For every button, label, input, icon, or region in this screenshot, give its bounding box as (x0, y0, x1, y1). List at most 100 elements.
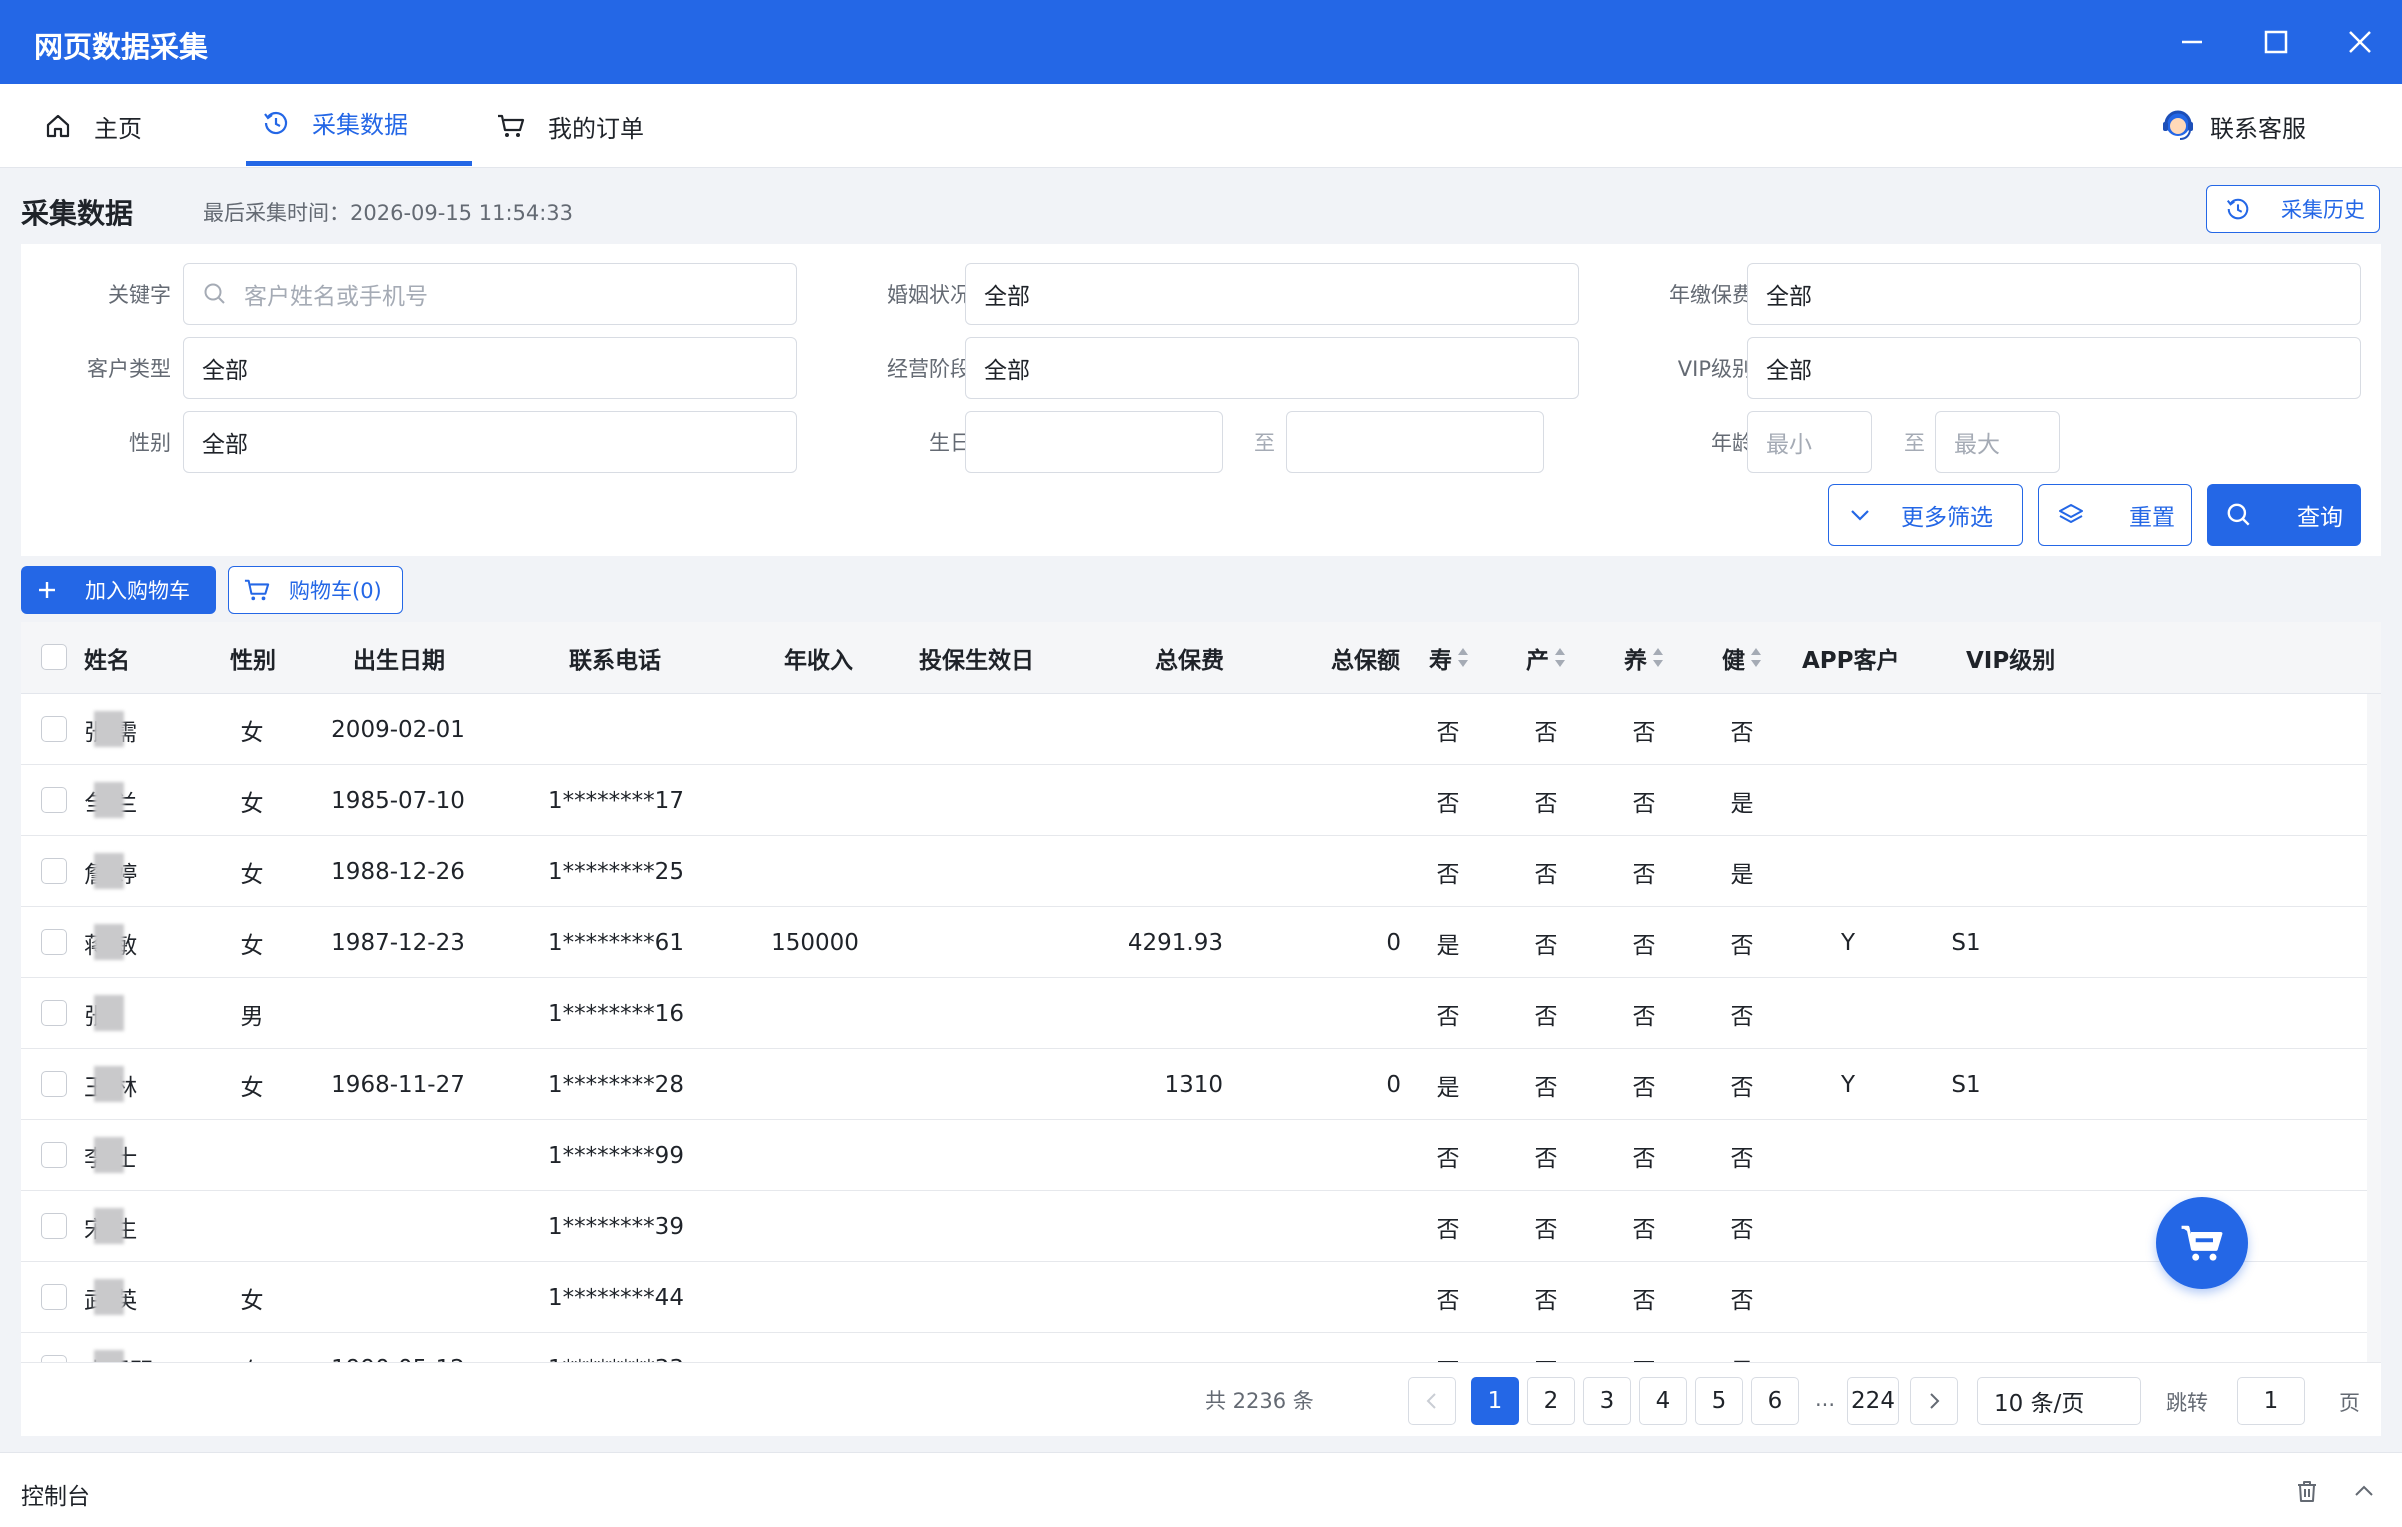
row-checkbox[interactable] (41, 716, 67, 742)
col-jian[interactable]: 健 (1722, 622, 1763, 694)
chevron-up-icon[interactable] (2350, 1477, 2378, 1505)
col-coverage[interactable]: 总保额 (1331, 622, 1400, 694)
annual-premium-select[interactable]: 全部 (1747, 263, 2361, 325)
cell-gender (192, 1120, 312, 1191)
col-birth[interactable]: 出生日期 (353, 622, 445, 694)
tab-home[interactable]: 主页 (44, 84, 142, 168)
row-checkbox[interactable] (41, 1000, 67, 1026)
row-checkbox[interactable] (41, 787, 67, 813)
page-size-select[interactable]: 10 条/页 (1977, 1377, 2141, 1425)
reset-button[interactable]: 重置 (2038, 484, 2192, 546)
cell-gender: 女 (240, 790, 264, 817)
col-shou[interactable]: 寿 (1429, 622, 1470, 694)
vip-level-value: 全部 (1766, 358, 1812, 384)
table-row[interactable]: 武 英女1********44否否否否 (21, 1262, 2367, 1333)
col-name[interactable]: 姓名 (84, 622, 130, 694)
prev-page-button[interactable] (1408, 1377, 1456, 1425)
table-row[interactable]: 张 需女2009-02-01否否否否 (21, 694, 2367, 765)
page-last[interactable]: 224 (1847, 1377, 1899, 1425)
col-income[interactable]: 年收入 (784, 622, 853, 694)
cell-phone: 1********39 (548, 1213, 684, 1240)
select-all-checkbox[interactable] (41, 644, 67, 670)
stage-select[interactable]: 全部 (965, 337, 1579, 399)
cell-vip (1906, 1120, 2026, 1191)
gender-select[interactable]: 全部 (183, 411, 797, 473)
more-filter-button[interactable]: 更多筛选 (1828, 484, 2023, 546)
table-row[interactable]: 蒋 敏女1987-12-231********611500004291.930是… (21, 907, 2367, 978)
col-jian-label: 健 (1722, 648, 1745, 674)
cell-gender (192, 1191, 312, 1262)
cart-icon (498, 114, 525, 137)
add-to-cart-button[interactable]: 加入购物车 (21, 566, 216, 614)
row-checkbox[interactable] (41, 1213, 67, 1239)
cell-effective (918, 836, 1038, 907)
birthday-end-input[interactable] (1286, 411, 1544, 473)
cell-phone: 1********33 (548, 1333, 684, 1363)
page-ellipsis: ... (1815, 1387, 1836, 1411)
table-row[interactable]: 张男1********16否否否否 (21, 978, 2367, 1049)
plus-icon (39, 582, 55, 598)
tab-collect-data[interactable]: 采集数据 (246, 84, 472, 166)
page-6[interactable]: 6 (1751, 1377, 1799, 1425)
tab-my-orders[interactable]: 我的订单 (496, 84, 644, 168)
row-checkbox[interactable] (41, 858, 67, 884)
age-max-input[interactable]: 最大 (1935, 411, 2060, 473)
col-chan[interactable]: 产 (1526, 622, 1567, 694)
page-5[interactable]: 5 (1695, 1377, 1743, 1425)
customer-service-link[interactable]: 联系客服 (2158, 84, 2306, 168)
cell-phone: 1********44 (548, 1284, 684, 1311)
col-shou-label: 寿 (1429, 648, 1452, 674)
cell-birth: 1990-05-12 (331, 1333, 465, 1363)
collect-history-button[interactable]: 采集历史 (2206, 185, 2380, 233)
cell-vip (1906, 694, 2026, 765)
table-row[interactable]: 刍 兰女1985-07-101********17否否否是 (21, 765, 2367, 836)
next-page-button[interactable] (1910, 1377, 1958, 1425)
minimize-button[interactable] (2172, 22, 2212, 62)
trash-icon[interactable] (2293, 1477, 2321, 1505)
query-button[interactable]: 查询 (2207, 484, 2361, 546)
cell-income (755, 978, 875, 1049)
marriage-select[interactable]: 全部 (965, 263, 1579, 325)
page-3[interactable]: 3 (1583, 1377, 1631, 1425)
cell-income (755, 1191, 875, 1262)
col-yang[interactable]: 养 (1624, 622, 1665, 694)
row-checkbox[interactable] (41, 1355, 67, 1362)
add-to-cart-label: 加入购物车 (85, 579, 190, 603)
cell-income (755, 765, 875, 836)
chevron-left-icon (1426, 1393, 1436, 1409)
col-vip[interactable]: VIP级别 (1966, 622, 2055, 694)
table-row[interactable]: 卢罗琴女1990-05-121********33否否否是 (21, 1333, 2367, 1362)
table-row[interactable]: 李 士1********99否否否否 (21, 1120, 2367, 1191)
col-gender[interactable]: 性别 (230, 622, 276, 694)
floating-cart-button[interactable] (2156, 1197, 2248, 1289)
age-min-input[interactable]: 最小 (1747, 411, 1872, 473)
col-premium[interactable]: 总保费 (1155, 622, 1224, 694)
pagination: 共 2236 条 1 2 3 4 5 6 ... 224 10 条/页 跳转 1… (21, 1362, 2381, 1436)
table-row[interactable]: 宋 生1********39否否否否 (21, 1191, 2367, 1262)
row-checkbox[interactable] (41, 1142, 67, 1168)
maximize-button[interactable] (2256, 22, 2296, 62)
col-app[interactable]: APP客户 (1802, 622, 1900, 694)
vip-level-select[interactable]: 全部 (1747, 337, 2361, 399)
cell-app: Y (1840, 929, 1856, 956)
birthday-start-input[interactable] (965, 411, 1223, 473)
cart-button[interactable]: 购物车(0) (228, 566, 403, 614)
col-effective[interactable]: 投保生效日 (919, 622, 1034, 694)
name-redaction (94, 1137, 124, 1173)
page-4[interactable]: 4 (1639, 1377, 1687, 1425)
row-checkbox[interactable] (41, 1071, 67, 1097)
row-checkbox[interactable] (41, 929, 67, 955)
col-phone[interactable]: 联系电话 (569, 622, 661, 694)
close-button[interactable] (2340, 22, 2380, 62)
jump-page-input[interactable]: 1 (2237, 1377, 2305, 1425)
table-row[interactable]: 詹 婷女1988-12-261********25否否否是 (21, 836, 2367, 907)
customer-type-select[interactable]: 全部 (183, 337, 797, 399)
cell-income: 150000 (771, 929, 859, 956)
table-scrollbar[interactable] (2367, 694, 2381, 1362)
page-2[interactable]: 2 (1527, 1377, 1575, 1425)
cell-jian: 是 (1682, 1333, 1802, 1363)
keyword-input[interactable]: 客户姓名或手机号 (183, 263, 797, 325)
table-row[interactable]: 王 林女1968-11-271********2813100是否否否YS1 (21, 1049, 2367, 1120)
row-checkbox[interactable] (41, 1284, 67, 1310)
page-1[interactable]: 1 (1471, 1377, 1519, 1425)
